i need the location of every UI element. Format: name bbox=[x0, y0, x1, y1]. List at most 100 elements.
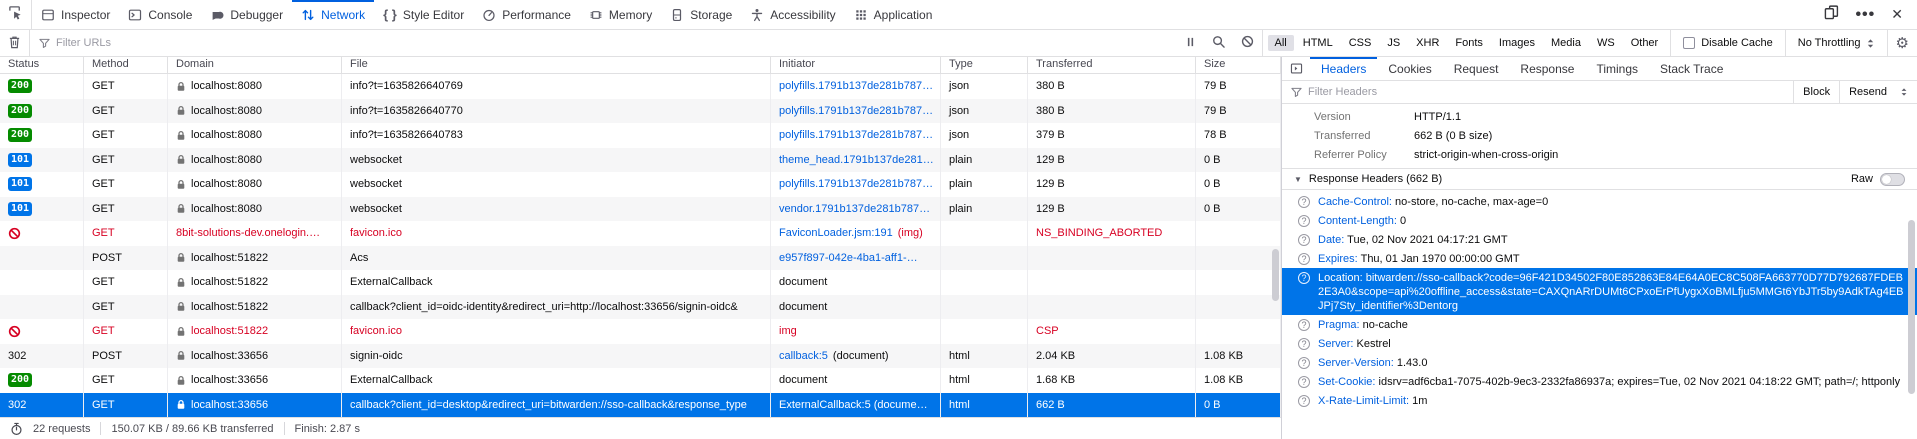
table-row[interactable]: 302POSTlocalhost:33656signin-oidccallbac… bbox=[0, 344, 1281, 369]
type-filter-other[interactable]: Other bbox=[1624, 35, 1666, 51]
clear-requests-button[interactable] bbox=[0, 30, 29, 56]
raw-toggle[interactable] bbox=[1880, 173, 1905, 186]
network-settings-button[interactable]: ⚙ bbox=[1888, 30, 1917, 56]
type-filter-js[interactable]: JS bbox=[1380, 35, 1407, 51]
responsive-design-icon[interactable] bbox=[1824, 5, 1839, 25]
details-tab-headers[interactable]: Headers bbox=[1310, 57, 1377, 80]
type-filter-images[interactable]: Images bbox=[1492, 35, 1542, 51]
type-filter-all[interactable]: All bbox=[1268, 35, 1294, 51]
header-help-icon[interactable]: ? bbox=[1298, 253, 1310, 265]
response-header-row[interactable]: ?Server: Kestrel bbox=[1282, 334, 1917, 353]
header-help-icon[interactable]: ? bbox=[1298, 272, 1310, 284]
tab-memory[interactable]: Memory bbox=[580, 0, 661, 29]
table-row[interactable]: 101GETlocalhost:8080websocketpolyfills.1… bbox=[0, 172, 1281, 197]
table-row[interactable]: GET8bit-solutions-dev.onelogin.…favicon.… bbox=[0, 221, 1281, 246]
search-button[interactable] bbox=[1204, 30, 1233, 56]
type-filter-css[interactable]: CSS bbox=[1342, 35, 1379, 51]
tab-application[interactable]: Application bbox=[845, 0, 942, 29]
resend-button[interactable]: Resend bbox=[1839, 81, 1917, 103]
column-header-domain[interactable]: Domain bbox=[168, 57, 342, 73]
response-header-row[interactable]: ?Date: Tue, 02 Nov 2021 04:17:21 GMT bbox=[1282, 230, 1917, 249]
initiator-link[interactable]: vendor.1791b137de281b787… bbox=[779, 203, 930, 215]
filter-urls-input[interactable] bbox=[50, 37, 1177, 49]
header-help-icon[interactable]: ? bbox=[1298, 357, 1310, 369]
response-header-row[interactable]: ?Server-Version: 1.43.0 bbox=[1282, 353, 1917, 372]
type-filter-xhr[interactable]: XHR bbox=[1409, 35, 1446, 51]
table-row[interactable]: 101GETlocalhost:8080websocketvendor.1791… bbox=[0, 197, 1281, 222]
table-row[interactable]: 101GETlocalhost:8080websockettheme_head.… bbox=[0, 148, 1281, 173]
tab-performance[interactable]: Performance bbox=[473, 0, 580, 29]
response-header-row[interactable]: ?Cache-Control: no-store, no-cache, max-… bbox=[1282, 192, 1917, 211]
table-row[interactable]: 200GETlocalhost:8080info?t=1635826640783… bbox=[0, 123, 1281, 148]
column-header-type[interactable]: Type bbox=[941, 57, 1028, 73]
close-icon[interactable]: ✕ bbox=[1891, 6, 1903, 23]
type-filter-fonts[interactable]: Fonts bbox=[1448, 35, 1490, 51]
table-row[interactable]: 200GETlocalhost:8080info?t=1635826640769… bbox=[0, 74, 1281, 99]
response-header-row[interactable]: ? Set-Cookie: idsrv=adf6cba1-7075-402b-9e… bbox=[1282, 372, 1917, 391]
initiator-link[interactable]: e957f897-042e-4ba1-aff1-… bbox=[779, 252, 918, 264]
tab-console[interactable]: Console bbox=[119, 0, 201, 29]
table-row[interactable]: GETlocalhost:51822favicon.icoimgCSP bbox=[0, 319, 1281, 344]
disable-cache-checkbox[interactable] bbox=[1683, 37, 1695, 49]
column-header-method[interactable]: Method bbox=[84, 57, 168, 73]
details-tab-cookies[interactable]: Cookies bbox=[1377, 57, 1442, 80]
response-header-row[interactable]: ?Pragma: no-cache bbox=[1282, 315, 1917, 334]
header-help-icon[interactable]: ? bbox=[1298, 215, 1310, 227]
more-options-icon[interactable]: ••• bbox=[1855, 7, 1875, 23]
disable-cache-control[interactable]: Disable Cache bbox=[1671, 37, 1785, 49]
request-count: 22 requests bbox=[33, 423, 90, 435]
tab-storage[interactable]: Storage bbox=[661, 0, 741, 29]
column-header-status[interactable]: Status bbox=[0, 57, 84, 73]
table-row[interactable]: GETlocalhost:51822ExternalCallbackdocume… bbox=[0, 270, 1281, 295]
table-row[interactable]: 200GETlocalhost:8080info?t=1635826640770… bbox=[0, 99, 1281, 124]
throttling-dropdown[interactable]: No Throttling bbox=[1786, 37, 1887, 49]
table-row[interactable]: 302GETlocalhost:33656callback?client_id=… bbox=[0, 393, 1281, 418]
header-help-icon[interactable]: ? bbox=[1298, 338, 1310, 350]
type-filter-html[interactable]: HTML bbox=[1296, 35, 1340, 51]
table-row[interactable]: POSTlocalhost:51822Acse957f897-042e-4ba1… bbox=[0, 246, 1281, 271]
filter-headers-input[interactable] bbox=[1302, 86, 1793, 98]
initiator-link[interactable]: polyfills.1791b137de281b787… bbox=[779, 105, 933, 117]
header-help-icon[interactable]: ? bbox=[1298, 319, 1310, 331]
tab-inspector[interactable]: Inspector bbox=[32, 0, 119, 29]
details-tab-timings[interactable]: Timings bbox=[1585, 57, 1649, 80]
tab-accessibility[interactable]: Accessibility bbox=[741, 0, 844, 29]
column-header-file[interactable]: File bbox=[342, 57, 771, 73]
response-headers-section[interactable]: ▼ Response Headers (662 B) Raw bbox=[1282, 168, 1917, 190]
header-help-icon[interactable]: ? bbox=[1298, 395, 1310, 407]
tab-style-editor[interactable]: { } Style Editor bbox=[374, 0, 473, 29]
column-header-initiator[interactable]: Initiator bbox=[771, 57, 941, 73]
initiator-link[interactable]: polyfills.1791b137de281b787… bbox=[779, 129, 933, 141]
type-filter-media[interactable]: Media bbox=[1544, 35, 1588, 51]
type-filter-ws[interactable]: WS bbox=[1590, 35, 1622, 51]
column-header-transferred[interactable]: Transferred bbox=[1028, 57, 1196, 73]
header-help-icon[interactable]: ? bbox=[1298, 376, 1310, 388]
details-scrollbar[interactable] bbox=[1908, 220, 1915, 394]
table-row[interactable]: GETlocalhost:51822callback?client_id=oid… bbox=[0, 295, 1281, 320]
response-header-row[interactable]: ?Expires: Thu, 01 Jan 1970 00:00:00 GMT bbox=[1282, 249, 1917, 268]
header-text: Set-Cookie: idsrv=adf6cba1-7075-402b-9ec… bbox=[1318, 375, 1900, 389]
details-tab-stack-trace[interactable]: Stack Trace bbox=[1649, 57, 1734, 80]
initiator-link[interactable]: theme_head.1791b137de281… bbox=[779, 154, 934, 166]
initiator-link[interactable]: callback:5 bbox=[779, 350, 828, 362]
initiator-link[interactable]: polyfills.1791b137de281b787… bbox=[779, 80, 933, 92]
header-help-icon[interactable]: ? bbox=[1298, 196, 1310, 208]
header-help-icon[interactable]: ? bbox=[1298, 234, 1310, 246]
response-header-row[interactable]: ?X-Rate-Limit-Limit: 1m bbox=[1282, 391, 1917, 410]
response-header-row[interactable]: ?Content-Length: 0 bbox=[1282, 211, 1917, 230]
tab-network[interactable]: Network bbox=[292, 0, 374, 29]
response-header-row[interactable]: ?Location: bitwarden://sso-callback?code… bbox=[1282, 268, 1917, 315]
initiator-link[interactable]: FaviconLoader.jsm:191 bbox=[779, 227, 893, 239]
column-header-size[interactable]: Size bbox=[1196, 57, 1281, 73]
details-tab-response[interactable]: Response bbox=[1509, 57, 1585, 80]
tab-debugger[interactable]: Debugger bbox=[201, 0, 292, 29]
split-console-toggle[interactable] bbox=[1282, 57, 1310, 80]
pick-element-button[interactable] bbox=[0, 0, 32, 29]
details-tab-request[interactable]: Request bbox=[1443, 57, 1510, 80]
initiator-link[interactable]: polyfills.1791b137de281b787… bbox=[779, 178, 933, 190]
pause-recording-button[interactable] bbox=[1177, 30, 1204, 56]
requests-scrollbar[interactable] bbox=[1272, 249, 1279, 301]
block-url-button[interactable]: Block bbox=[1793, 81, 1839, 103]
block-requests-button[interactable] bbox=[1233, 30, 1262, 56]
table-row[interactable]: 200GETlocalhost:33656ExternalCallbackdoc… bbox=[0, 368, 1281, 393]
